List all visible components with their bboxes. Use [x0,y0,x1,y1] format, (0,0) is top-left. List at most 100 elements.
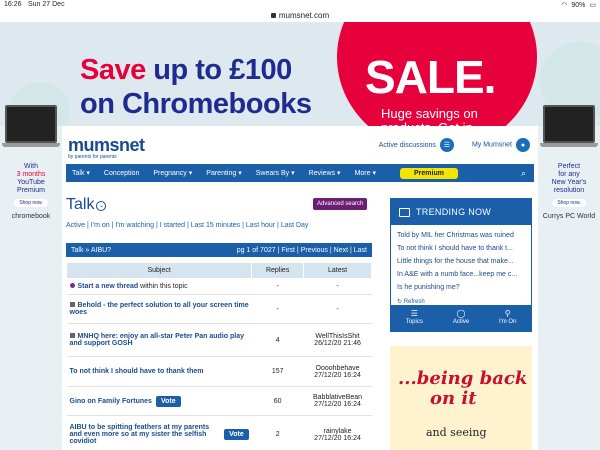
status-bar: 16:26 Sun 27 Dec ◠ 90% ▭ [0,0,600,10]
start-thread-link[interactable]: Start a new thread [78,283,139,290]
filter-hour[interactable]: Last hour [246,222,275,229]
sale-circle: SALE. Huge savings on products. Get in. [337,22,537,126]
trending-item[interactable]: Little things for the house that make... [397,255,525,268]
trending-panel: TRENDING NOW Told by MIL her Christmas w… [390,198,532,332]
trending-item[interactable]: In A&E with a numb face...keep me c... [397,268,525,281]
column-header: Subject [65,262,253,279]
battery-level: 90% [571,1,586,9]
thread-latest: rainylake 27/12/20 16:24 [303,415,372,450]
tab-topics[interactable]: ☰ Topics [391,305,438,331]
page-title: Talk ⌄ [66,196,107,214]
pin-icon [69,302,75,307]
filter-im-on[interactable]: I'm on [91,222,110,229]
thread-link[interactable]: MNHQ here: enjoy an all-star Peter Pan a… [70,333,245,347]
ad-text: on it [430,388,477,409]
active-discussions-link[interactable]: Active discussions ☰ [379,138,454,152]
table-row: To not think I should have to thank them… [66,356,372,387]
vote-button[interactable]: Vote [155,395,181,407]
left-ad-shop-button[interactable]: Shop now. [14,199,48,207]
right-side-ad[interactable]: Perfect for any New Year's resolution Sh… [540,105,598,250]
filter-active[interactable]: Active [66,222,85,229]
thread-replies: 2 [251,415,304,450]
main-content: mumsnet by parents for parents Active di… [62,126,538,450]
nav-more[interactable]: More ▾ [355,169,376,177]
my-mumsnet-link[interactable]: My Mumsnet ● [472,138,530,152]
right-ad-brand: Currys PC World [542,213,596,220]
breadcrumb[interactable]: Talk » AIBU? [71,247,111,254]
vote-button[interactable]: Vote [224,429,249,440]
mumsnet-logo[interactable]: mumsnet by parents for parents [68,135,145,160]
left-ad-brand: chromebook [11,213,51,220]
user-icon: ● [516,138,530,152]
plus-icon [69,283,75,288]
pager-bar: Talk » AIBU? pg 1 of 7027 | First | Prev… [66,243,372,257]
nav-swears-by[interactable]: Swears By ▾ [256,169,295,177]
pagination: pg 1 of 7027 | First | Previous | Next |… [236,246,367,254]
thread-subject: Gino on Family Fortunes Vote [66,386,252,416]
trending-item[interactable]: Is he punishing me? [397,281,525,294]
sale-subtext: Huge savings on products. Get in. [381,106,478,127]
right-sidebar-ad[interactable]: ...being back on it and seeing [390,346,532,450]
tab-im-on[interactable]: ⚲ I'm On [484,305,531,331]
filter-15min[interactable]: Last 15 minutes [191,222,240,229]
trending-list: Told by MIL her Christmas was ruined To … [391,225,531,298]
pin-icon [69,333,75,338]
thread-latest: WellThisIsShit 26/12/20 21:46 [303,323,372,357]
lock-icon [270,13,276,18]
premium-button[interactable]: Premium [400,167,458,179]
filter-watching[interactable]: I'm watching [115,222,154,229]
thread-subject: MNHQ here: enjoy an all-star Peter Pan a… [66,323,252,357]
thread-link[interactable]: To not think I should have to thank them [70,368,204,375]
sale-text: SALE. [365,51,496,103]
filter-started[interactable]: I started [160,222,185,229]
threads-table: Subject Replies Latest Start a new threa… [65,262,372,450]
tab-active[interactable]: ◯ Active [438,305,485,331]
trending-item[interactable]: To not think I should have to thank t... [397,242,525,255]
refresh-link[interactable]: ↻ Refresh [391,298,531,305]
pin-icon: ⚲ [504,309,511,318]
header-links: Active discussions ☰ My Mumsnet ● [379,138,530,152]
chat-icon: ◯ [456,309,466,318]
pager-previous[interactable]: Previous [301,247,328,254]
trending-item[interactable]: Told by MIL her Christmas was ruined [397,229,525,242]
address-bar[interactable]: mumsnet.com [0,10,600,22]
talk-filter-links: Active | I'm on | I'm watching | I start… [66,222,309,229]
ad-text: and seeing [426,426,487,439]
table-row: Start a new thread within this topic - - [66,278,372,295]
pager-first[interactable]: First [281,247,295,254]
right-ad-shop-button[interactable]: Shop now. [552,199,586,207]
table-row: Behold - the perfect solution to all you… [66,294,372,324]
chevron-down-icon[interactable]: ⌄ [96,201,107,211]
thread-replies: - [251,294,304,324]
trending-header: TRENDING NOW [391,199,531,225]
nav-talk[interactable]: Talk ▾ [72,169,90,177]
thread-link[interactable]: Behold - the perfect solution to all you… [70,302,249,316]
nav-reviews[interactable]: Reviews ▾ [309,169,341,177]
url-text[interactable]: mumsnet.com [279,11,329,20]
trending-tabs: ☰ Topics ◯ Active ⚲ I'm On [391,305,531,331]
nav-pregnancy[interactable]: Pregnancy ▾ [153,169,192,177]
ad-headline-2: on Chromebooks [80,88,312,120]
left-side-ad[interactable]: With 3 months YouTube Premium Shop now. … [2,105,60,250]
left-ad-text: With 3 months YouTube Premium [16,163,46,194]
right-ad-text: Perfect for any New Year's resolution [551,163,587,194]
laptop-image [5,105,57,143]
top-banner-ad[interactable]: Save up to £100 on Chromebooks SALE. Hug… [0,22,600,126]
column-header: Replies [251,262,305,279]
thread-subject: Behold - the perfect solution to all you… [66,294,252,324]
pager-last[interactable]: Last [354,247,367,254]
thread-link[interactable]: AIBU to be spitting feathers at my paren… [70,424,217,445]
advanced-search-button[interactable]: Advanced search [313,198,368,210]
search-icon[interactable]: ⌕ [521,168,526,179]
thread-link[interactable]: Gino on Family Fortunes [70,398,152,405]
table-row: Gino on Family Fortunes Vote 60 Babblativ… [66,386,372,416]
thread-replies: 4 [251,323,304,357]
thread-subject: Start a new thread within this topic [66,278,252,295]
nav-parenting[interactable]: Parenting ▾ [206,169,241,177]
status-date: Sun 27 Dec [28,1,65,8]
pager-next[interactable]: Next [334,247,348,254]
nav-conception[interactable]: Conception [104,170,139,177]
filter-day[interactable]: Last Day [281,222,309,229]
thread-subject: AIBU to be spitting feathers at my paren… [66,415,252,450]
ad-text: ...being back [398,368,528,389]
